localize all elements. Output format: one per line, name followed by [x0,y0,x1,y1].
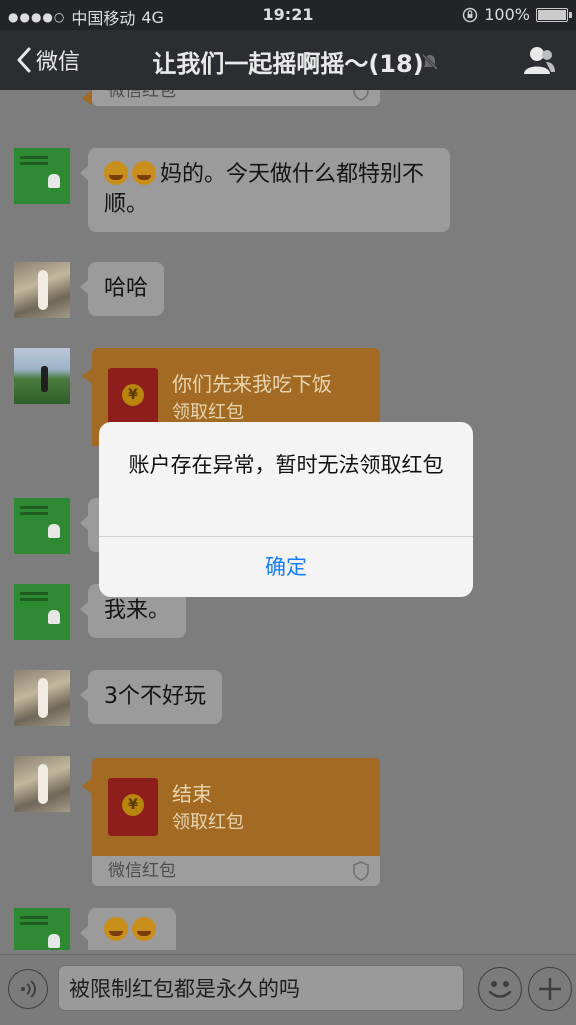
message-input[interactable]: 被限制红包都是永久的吗 [58,965,464,1011]
group-info-icon[interactable] [522,44,556,76]
red-packet-action: 领取红包 [172,812,244,833]
emoji-button[interactable] [478,967,522,1011]
input-bar: 被限制红包都是永久的吗 [0,954,576,1025]
voice-button[interactable] [8,969,48,1009]
shield-icon [353,90,369,101]
message-bubble[interactable]: 哈哈 [79,262,165,316]
thinking-emoji-icon [132,917,156,941]
shield-icon [353,861,369,881]
avatar[interactable] [14,756,70,812]
status-bar: ●●●●○ 中国移动 4G 19:21 100% [0,0,576,30]
avatar[interactable] [14,908,70,950]
more-button[interactable] [528,967,572,1011]
avatar[interactable] [14,584,70,640]
laughing-emoji-icon [132,161,156,185]
message-text: 我来。 [104,598,171,623]
red-packet-title: 结束 [172,782,212,806]
avatar[interactable] [14,348,70,404]
red-envelope-icon [108,778,158,836]
message-text: 哈哈 [104,276,149,301]
avatar[interactable] [14,148,70,204]
red-envelope-icon [108,368,158,426]
voice-icon [21,980,36,998]
alert-dialog: 账户存在异常，暂时无法领取红包 确定 [99,422,473,597]
avatar[interactable] [14,262,70,318]
orientation-lock-icon [463,7,478,22]
page-title: 让我们一起摇啊摇～(18) [152,50,424,78]
red-packet-action: 领取红包 [172,402,244,423]
message-bubble[interactable]: 3个不好玩 [80,670,222,724]
message-bubble[interactable] [80,908,176,950]
status-right: 100% [462,5,572,24]
thinking-emoji-icon [104,917,128,941]
message-bubble[interactable]: 妈的。今天做什么都特别不顺。 [80,148,450,232]
plus-icon [539,978,561,1000]
avatar[interactable] [14,498,70,554]
red-packet-message[interactable]: 结束 领取红包 微信红包 [82,758,380,886]
message-text: 3个不好玩 [104,684,206,709]
red-packet-title: 你们先来我吃下饭 [172,372,332,396]
mute-bell-icon [421,53,439,71]
battery-percent: 100% [484,5,530,24]
avatar[interactable] [14,670,70,726]
battery-icon [536,7,572,22]
red-packet-message[interactable]: 微信红包 [82,90,380,106]
alert-message: 账户存在异常，暂时无法领取红包 [128,453,444,477]
nav-bar: 微信 让我们一起摇啊摇～(18) [0,30,576,90]
confirm-button[interactable]: 确定 [99,537,473,597]
red-packet-footer: 微信红包 [92,90,380,106]
laughing-emoji-icon [104,161,128,185]
red-packet-footer: 微信红包 [92,856,380,886]
smiley-icon [488,981,512,998]
